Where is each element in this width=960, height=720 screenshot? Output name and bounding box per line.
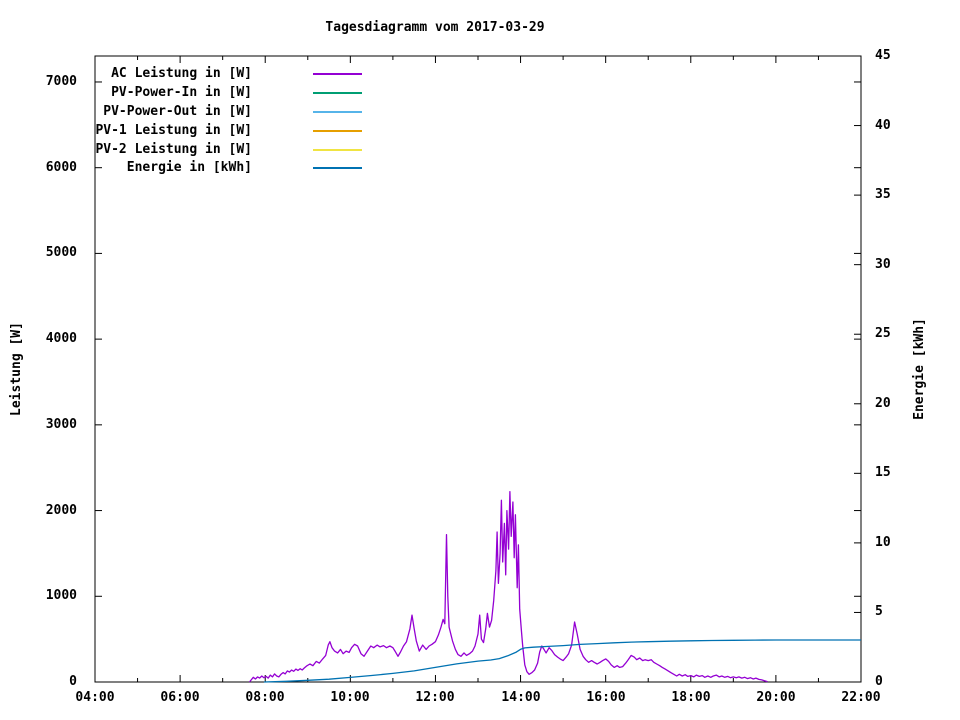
y2tick-label: 45 xyxy=(875,48,891,63)
xtick-label: 10:00 xyxy=(330,690,370,705)
xtick-label: 04:00 xyxy=(75,690,115,705)
xtick-label: 20:00 xyxy=(756,690,796,705)
legend-label-pv-out: PV-Power-Out in [W] xyxy=(103,104,252,119)
y2tick-label: 0 xyxy=(875,674,883,689)
legend-line-sample xyxy=(313,73,362,75)
legend-label-ac: AC Leistung in [W] xyxy=(111,66,252,81)
ytick-label: 4000 xyxy=(45,331,77,346)
legend-line-sample xyxy=(313,167,362,169)
legend-label-pv-in: PV-Power-In in [W] xyxy=(111,85,252,100)
ytick-label: 0 xyxy=(69,674,77,689)
ytick-label: 2000 xyxy=(45,503,77,518)
y2-axis-label: Energie [kWh] xyxy=(912,318,927,420)
xtick-label: 12:00 xyxy=(415,690,455,705)
xtick-label: 22:00 xyxy=(841,690,881,705)
y2tick-label: 10 xyxy=(875,535,891,550)
xtick-label: 18:00 xyxy=(671,690,711,705)
y2tick-label: 5 xyxy=(875,604,883,619)
legend-line-sample xyxy=(313,130,362,132)
legend-line-sample xyxy=(313,111,362,113)
y2tick-label: 30 xyxy=(875,257,891,272)
xtick-label: 16:00 xyxy=(586,690,626,705)
xtick-label: 08:00 xyxy=(245,690,285,705)
y2tick-label: 25 xyxy=(875,326,891,341)
legend-label-pv1: PV-1 Leistung in [W] xyxy=(95,123,252,138)
legend-line-sample xyxy=(313,92,362,94)
ytick-label: 1000 xyxy=(45,588,77,603)
y2tick-label: 15 xyxy=(875,465,891,480)
series-line-0 xyxy=(248,491,768,683)
chart-canvas: Tagesdiagramm vom 2017-03-29 Leistung [W… xyxy=(0,0,960,720)
xtick-label: 14:00 xyxy=(501,690,541,705)
ytick-label: 3000 xyxy=(45,417,77,432)
legend-label-energie: Energie in [kWh] xyxy=(126,160,252,175)
xtick-label: 06:00 xyxy=(160,690,200,705)
legend-line-sample xyxy=(313,149,362,151)
y2tick-label: 40 xyxy=(875,118,891,133)
chart-title: Tagesdiagramm vom 2017-03-29 xyxy=(325,20,545,35)
y2tick-label: 20 xyxy=(875,396,891,411)
y2tick-label: 35 xyxy=(875,187,891,202)
ytick-label: 5000 xyxy=(45,245,77,260)
y-axis-label: Leistung [W] xyxy=(9,322,24,416)
legend-label-pv2: PV-2 Leistung in [W] xyxy=(95,142,252,157)
